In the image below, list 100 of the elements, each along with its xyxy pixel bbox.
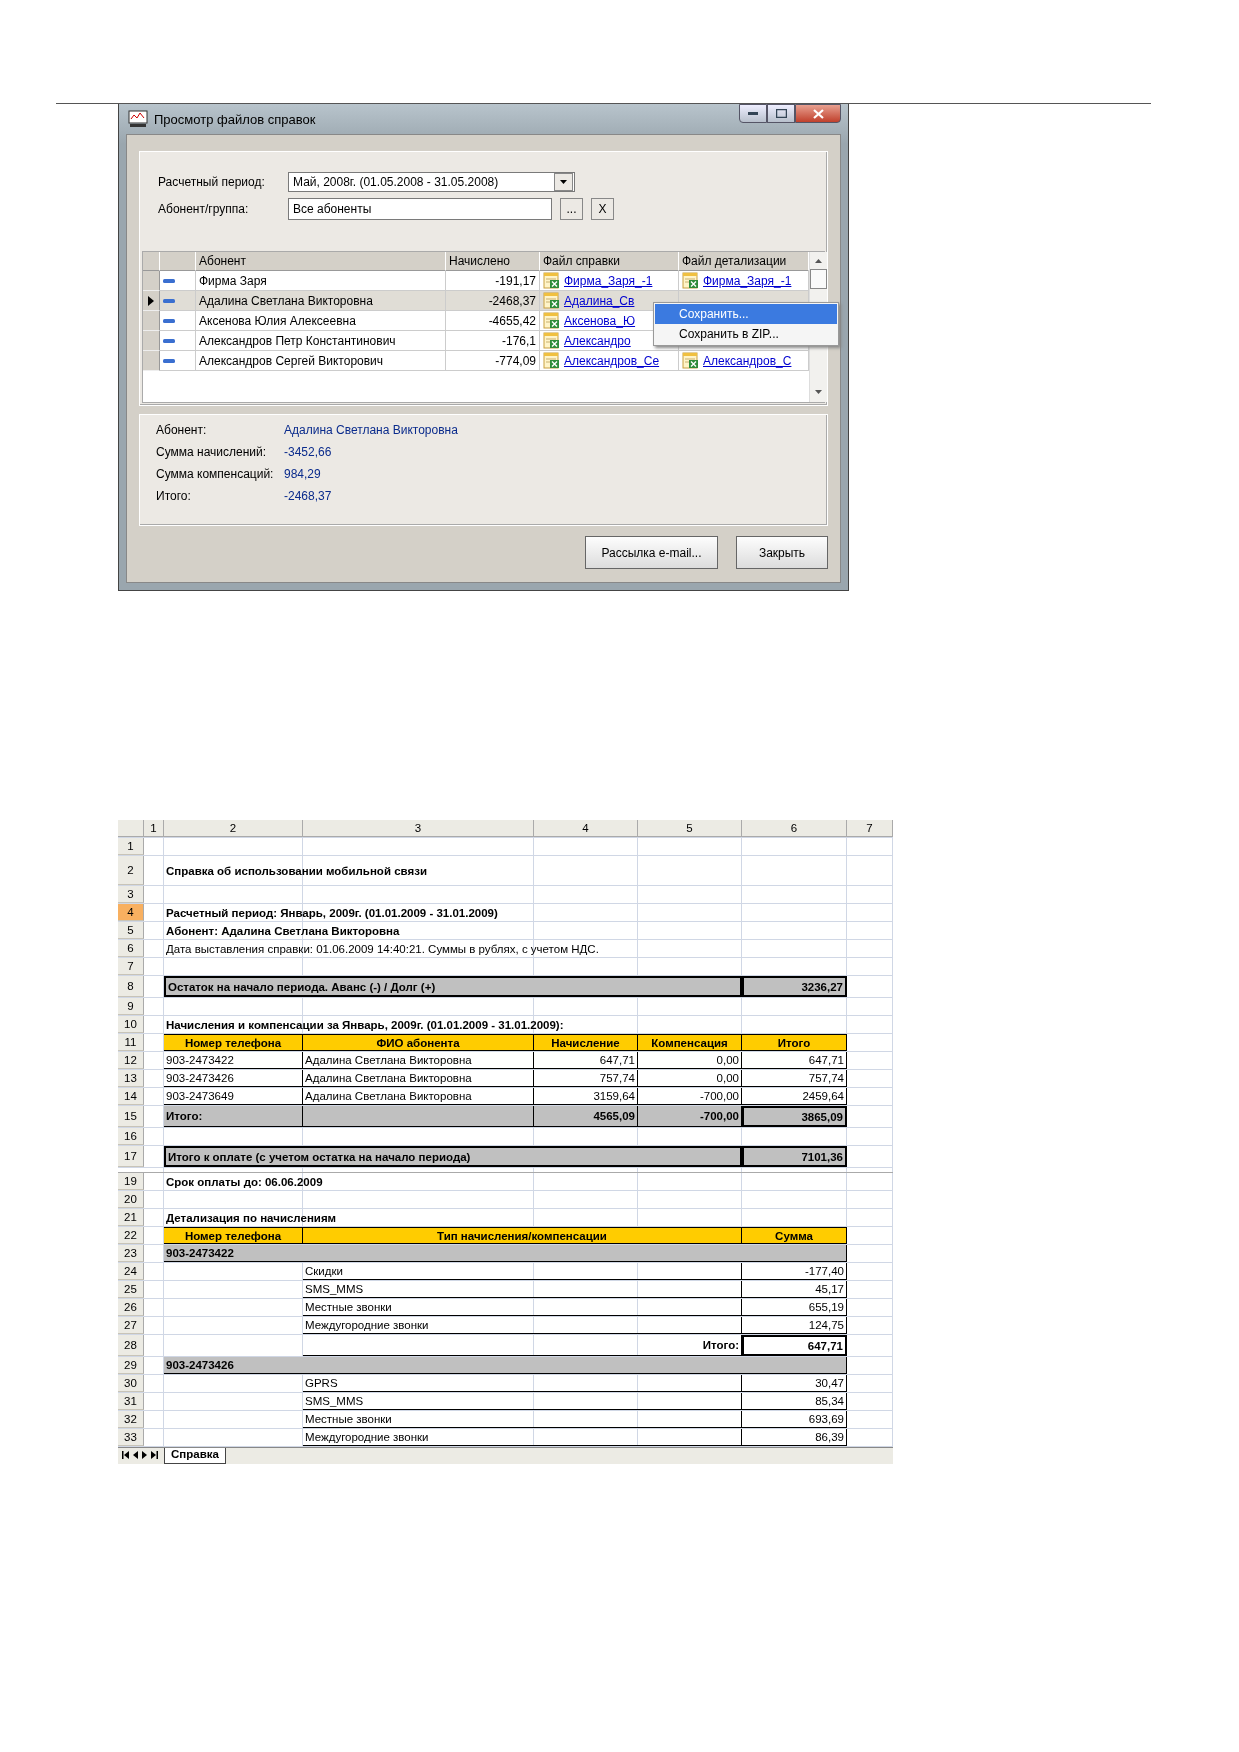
row-header[interactable]: 9	[118, 998, 144, 1015]
row-header[interactable]: 15	[118, 1106, 144, 1127]
row-header[interactable]: 7	[118, 958, 144, 975]
last-sheet-icon[interactable]	[151, 1451, 158, 1459]
table-cell: 757,74	[534, 1070, 638, 1087]
row-header[interactable]: 14	[118, 1088, 144, 1105]
file-link[interactable]: Александров_Се	[564, 353, 660, 368]
row-header[interactable]: 28	[118, 1335, 144, 1356]
table-cell: 655,19	[742, 1299, 847, 1316]
row-header[interactable]: 16	[118, 1128, 144, 1145]
column-header[interactable]: Файл справки	[540, 252, 679, 271]
row-header[interactable]: 13	[118, 1070, 144, 1087]
table-cell: 903-2473426	[164, 1070, 303, 1087]
subscriber-field[interactable]: Все абоненты	[288, 198, 552, 220]
menu-item[interactable]: Сохранить в ZIP...	[655, 324, 837, 344]
table-cell: 693,69	[742, 1411, 847, 1428]
row-header[interactable]: 1	[118, 838, 144, 855]
file-link[interactable]: Александров_С	[703, 353, 792, 368]
spreadsheet-file-icon	[543, 352, 560, 369]
column-header[interactable]: 7	[847, 820, 893, 837]
column-header[interactable]: 3	[303, 820, 534, 837]
scrollbar-thumb[interactable]	[810, 269, 827, 289]
row-header[interactable]: 24	[118, 1263, 144, 1280]
row-header[interactable]: 32	[118, 1411, 144, 1428]
row-header[interactable]: 10	[118, 1016, 144, 1033]
minimize-button[interactable]	[739, 104, 767, 123]
row-header[interactable]: 4	[118, 904, 144, 921]
column-heading: Начисление	[534, 1034, 638, 1051]
table-cell: 2459,64	[742, 1088, 847, 1105]
period-dropdown[interactable]: Май, 2008г. (01.05.2008 - 31.05.2008)	[288, 172, 575, 192]
field-button[interactable]: ...	[560, 198, 583, 220]
row-header[interactable]: 25	[118, 1281, 144, 1298]
file-link[interactable]: Аксенова_Ю	[564, 313, 636, 328]
menu-item[interactable]: Сохранить...	[655, 304, 837, 324]
row-header[interactable]: 17	[118, 1146, 144, 1167]
row-header[interactable]: 31	[118, 1393, 144, 1410]
dropdown-arrow-icon	[560, 180, 567, 184]
sheet-tab[interactable]: Справка	[164, 1448, 226, 1464]
row-header[interactable]: 2	[118, 856, 144, 885]
next-sheet-icon[interactable]	[142, 1451, 147, 1459]
scroll-down-icon[interactable]	[815, 388, 822, 396]
close-dialog-button[interactable]: Закрыть	[736, 536, 828, 569]
row-header[interactable]: 6	[118, 940, 144, 957]
minimize-icon	[748, 111, 758, 116]
table-cell: Адалина Светлана Викторовна	[303, 1052, 534, 1069]
row-header[interactable]: 3	[118, 886, 144, 903]
table-cell: 4565,09	[534, 1106, 638, 1127]
spreadsheet-file-icon	[543, 332, 560, 349]
table-cell: 0,00	[638, 1070, 742, 1087]
row-header[interactable]: 22	[118, 1227, 144, 1244]
file-link[interactable]: Александро	[564, 333, 631, 348]
file-link[interactable]: Фирма_Заря_-1	[564, 273, 653, 288]
table-cell: -774,09	[446, 351, 540, 371]
column-header[interactable]: 2	[164, 820, 303, 837]
column-header[interactable]: Начислено	[446, 252, 540, 271]
file-link[interactable]: Адалина_Св	[564, 293, 635, 308]
column-header[interactable]: 6	[742, 820, 847, 837]
column-header[interactable]: 4	[534, 820, 638, 837]
row-header[interactable]: 33	[118, 1429, 144, 1446]
table-cell: SMS_MMS	[303, 1281, 742, 1298]
row-header[interactable]: 30	[118, 1375, 144, 1392]
table-cell: 85,34	[742, 1393, 847, 1410]
email-button[interactable]: Рассылка e-mail...	[585, 536, 718, 569]
close-icon	[812, 108, 824, 119]
row-header[interactable]: 5	[118, 922, 144, 939]
row-header[interactable]: 23	[118, 1245, 144, 1262]
maximize-button[interactable]	[767, 104, 795, 123]
column-header[interactable]: 1	[144, 820, 164, 837]
row-header[interactable]: 29	[118, 1357, 144, 1374]
total-label: Итого:	[303, 1335, 742, 1356]
column-header[interactable]: 5	[638, 820, 742, 837]
table-cell: Итого:	[164, 1106, 303, 1127]
file-link[interactable]: Фирма_Заря_-1	[703, 273, 792, 288]
row-selector[interactable]	[143, 291, 160, 311]
table-cell: Местные звонки	[303, 1411, 742, 1428]
group-heading: 903-2473422	[164, 1245, 847, 1262]
first-sheet-icon[interactable]	[122, 1451, 129, 1459]
close-button[interactable]	[795, 104, 841, 123]
table-cell: 124,75	[742, 1317, 847, 1334]
table-cell: Аксенова Юлия Алексеевна	[196, 311, 446, 331]
column-heading: Сумма	[742, 1227, 847, 1244]
row-header[interactable]: 27	[118, 1317, 144, 1334]
row-header[interactable]: 12	[118, 1052, 144, 1069]
info-value: 984,29	[284, 467, 322, 481]
row-header[interactable]: 21	[118, 1209, 144, 1226]
field-label: Абонент/группа:	[158, 202, 250, 216]
row-header[interactable]: 20	[118, 1191, 144, 1208]
field-button[interactable]: X	[591, 198, 614, 220]
row-header[interactable]: 19	[118, 1173, 144, 1190]
row-header[interactable]: 8	[118, 976, 144, 997]
column-header[interactable]: Абонент	[196, 252, 446, 271]
scroll-up-icon[interactable]	[815, 258, 822, 266]
column-heading: Компенсация	[638, 1034, 742, 1051]
row-header[interactable]: 26	[118, 1299, 144, 1316]
row-header[interactable]: 11	[118, 1034, 144, 1051]
table-cell: -700,00	[638, 1106, 742, 1127]
table-cell: 0,00	[638, 1052, 742, 1069]
previous-sheet-icon[interactable]	[133, 1451, 138, 1459]
dash-icon	[163, 318, 175, 323]
table-cell: Скидки	[303, 1263, 742, 1280]
